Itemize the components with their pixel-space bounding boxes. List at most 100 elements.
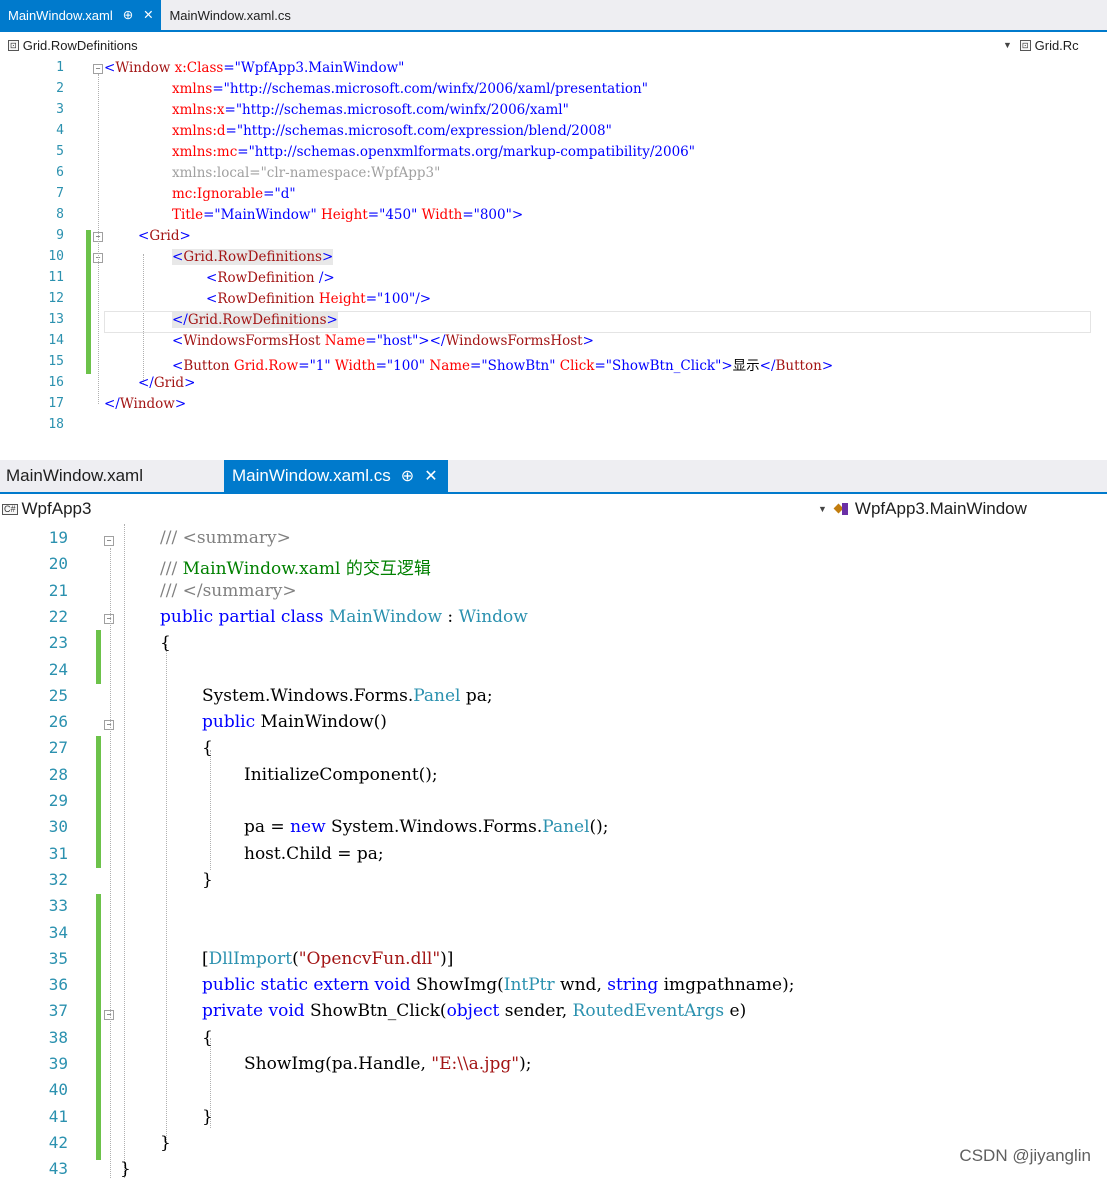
line-number: 43 xyxy=(48,1159,68,1179)
code-text: public static extern void ShowImg(IntPtr… xyxy=(202,975,795,996)
type-dropdown-label: WpfApp3.MainWindow xyxy=(854,499,1027,518)
tab-label: MainWindow.xaml.cs xyxy=(232,466,391,485)
code-line: 19 /// <summary> xyxy=(0,528,1107,554)
code-text: mc:Ignorable="d" xyxy=(172,186,296,202)
line-number: 21 xyxy=(48,580,68,600)
close-icon[interactable]: ✕ xyxy=(143,8,153,22)
code-line: 34 xyxy=(0,923,1107,949)
code-line: 22 public partial class MainWindow : Wind… xyxy=(0,607,1107,633)
code-line: 33 xyxy=(0,896,1107,922)
line-number: 34 xyxy=(48,922,68,942)
line-number: 27 xyxy=(48,738,68,758)
code-text: xmlns:x="http://schemas.microsoft.com/wi… xyxy=(172,102,569,118)
code-text: <RowDefinition /> xyxy=(206,270,335,286)
project-dropdown-label: WpfApp3 xyxy=(21,499,92,518)
code-line: 16 </Grid> xyxy=(0,375,1107,396)
code-text: } xyxy=(160,1132,171,1153)
dropdown-arrow-icon[interactable]: ▼ xyxy=(818,504,827,514)
code-text: { xyxy=(202,1027,213,1048)
line-number: 7 xyxy=(56,186,64,201)
line-number: 19 xyxy=(48,528,68,547)
code-line: 4 xmlns:d="http://schemas.microsoft.com/e… xyxy=(0,123,1107,144)
code-text: <Grid> xyxy=(138,228,191,244)
line-number: 41 xyxy=(48,1106,68,1126)
line-number: 11 xyxy=(48,270,64,285)
line-number: 23 xyxy=(48,633,68,653)
member-dropdown[interactable]: ⊡ Grid.RowDefinitions xyxy=(0,38,138,53)
code-text: { xyxy=(202,738,213,759)
tab-mainwindow-xaml-cs[interactable]: MainWindow.xaml.cs ⊕ ✕ xyxy=(224,460,448,492)
code-text: public partial class MainWindow : Window xyxy=(160,606,528,627)
line-number: 2 xyxy=(56,81,64,96)
code-line: 35 [DllImport("OpencvFun.dll")] xyxy=(0,949,1107,975)
code-line: 2 xmlns="http://schemas.microsoft.com/win… xyxy=(0,81,1107,102)
dropdown-arrow-icon[interactable]: ▼ xyxy=(1003,40,1012,50)
line-number: 5 xyxy=(56,144,64,159)
line-number: 37 xyxy=(48,1001,68,1021)
type-dropdown[interactable]: ▼ ⊡ Grid.Rc xyxy=(1003,38,1079,53)
code-text: /// </summary> xyxy=(160,580,297,601)
code-text: <Button Grid.Row="1" Width="100" Name="S… xyxy=(172,358,834,374)
close-icon[interactable]: ✕ xyxy=(424,466,438,486)
code-text: xmlns:mc="http://schemas.openxmlformats.… xyxy=(172,144,695,160)
code-line: 21 /// </summary> xyxy=(0,581,1107,607)
line-number: 26 xyxy=(48,712,68,732)
line-number: 18 xyxy=(48,417,64,432)
code-text: /// <summary> xyxy=(160,528,291,548)
line-number: 35 xyxy=(48,948,68,968)
xaml-editor-pane: MainWindow.xaml ⊕ ✕ MainWindow.xaml.cs ⊡… xyxy=(0,0,1107,444)
code-text: private void ShowBtn_Click(object sender… xyxy=(202,1001,747,1022)
tab-mainwindow-xaml-cs[interactable]: MainWindow.xaml.cs xyxy=(161,0,298,30)
line-number: 33 xyxy=(48,896,68,916)
line-number: 32 xyxy=(48,869,68,889)
csharp-code-editor[interactable]: − − − − 19/// <summary> 20/// MainWindow.… xyxy=(0,524,1107,1179)
code-line: 40 xyxy=(0,1080,1107,1106)
line-number: 31 xyxy=(48,843,68,863)
line-number: 17 xyxy=(48,396,64,411)
code-line: 9 <Grid> xyxy=(0,228,1107,249)
code-line: 14 <WindowsFormsHost Name="host"></Window… xyxy=(0,333,1107,354)
grid-icon: ⊡ xyxy=(8,39,19,51)
code-text: Title="MainWindow" Height="450" Width="8… xyxy=(172,207,524,223)
code-line: 20 /// MainWindow.xaml 的交互逻辑 xyxy=(0,554,1107,580)
project-dropdown[interactable]: C# WpfApp3 xyxy=(0,499,91,519)
line-number: 22 xyxy=(48,606,68,626)
code-line: 28 InitializeComponent(); xyxy=(0,765,1107,791)
code-text: [DllImport("OpencvFun.dll")] xyxy=(202,948,454,969)
csharp-editor-pane: MainWindow.xaml MainWindow.xaml.cs ⊕ ✕ C… xyxy=(0,460,1107,1179)
xaml-code-editor[interactable]: − − − 1 <Window x:Class="WpfApp3.MainWind… xyxy=(0,58,1107,444)
code-line: 23 { xyxy=(0,633,1107,659)
line-number: 16 xyxy=(48,375,64,390)
pin-icon[interactable]: ⊕ xyxy=(123,8,133,22)
tab-mainwindow-xaml[interactable]: MainWindow.xaml xyxy=(0,460,224,492)
code-text: </Window> xyxy=(104,396,187,412)
line-number: 38 xyxy=(48,1027,68,1047)
code-line: 13 </Grid.RowDefinitions> xyxy=(0,312,1107,333)
code-text: xmlns="http://schemas.microsoft.com/winf… xyxy=(172,81,648,97)
line-number: 13 xyxy=(48,312,64,327)
code-text: System.Windows.Forms.Panel pa; xyxy=(202,685,493,706)
type-dropdown[interactable]: ▼ WpfApp3.MainWindow xyxy=(818,499,1027,519)
code-line: 5 xmlns:mc="http://schemas.openxmlformats… xyxy=(0,144,1107,165)
grid-icon: ⊡ xyxy=(1019,39,1031,51)
line-number: 9 xyxy=(56,228,64,243)
code-line: 30 pa = new System.Windows.Forms.Panel(); xyxy=(0,817,1107,843)
code-text: pa = new System.Windows.Forms.Panel(); xyxy=(244,817,609,838)
code-line: 29 xyxy=(0,791,1107,817)
line-number: 3 xyxy=(56,102,64,117)
csharp-navigation-bar: C# WpfApp3 ▼ WpfApp3.MainWindow xyxy=(0,494,1107,525)
code-text: xmlns:d="http://schemas.microsoft.com/ex… xyxy=(172,123,612,139)
xaml-navigation-bar: ⊡ Grid.RowDefinitions ▼ ⊡ Grid.Rc xyxy=(0,32,1107,59)
code-line: 37 private void ShowBtn_Click(object send… xyxy=(0,1001,1107,1027)
code-text: host.Child = pa; xyxy=(244,843,384,864)
tab-label: MainWindow.xaml.cs xyxy=(169,7,291,23)
code-line: 18 xyxy=(0,417,1107,438)
tab-mainwindow-xaml[interactable]: MainWindow.xaml ⊕ ✕ xyxy=(0,0,162,30)
pin-icon[interactable]: ⊕ xyxy=(401,466,415,486)
code-text: } xyxy=(202,869,213,890)
line-number: 20 xyxy=(48,554,68,574)
line-number: 1 xyxy=(56,60,64,75)
line-number: 6 xyxy=(56,165,64,180)
code-text: { xyxy=(160,633,171,654)
code-line: 36 public static extern void ShowImg(IntP… xyxy=(0,975,1107,1001)
